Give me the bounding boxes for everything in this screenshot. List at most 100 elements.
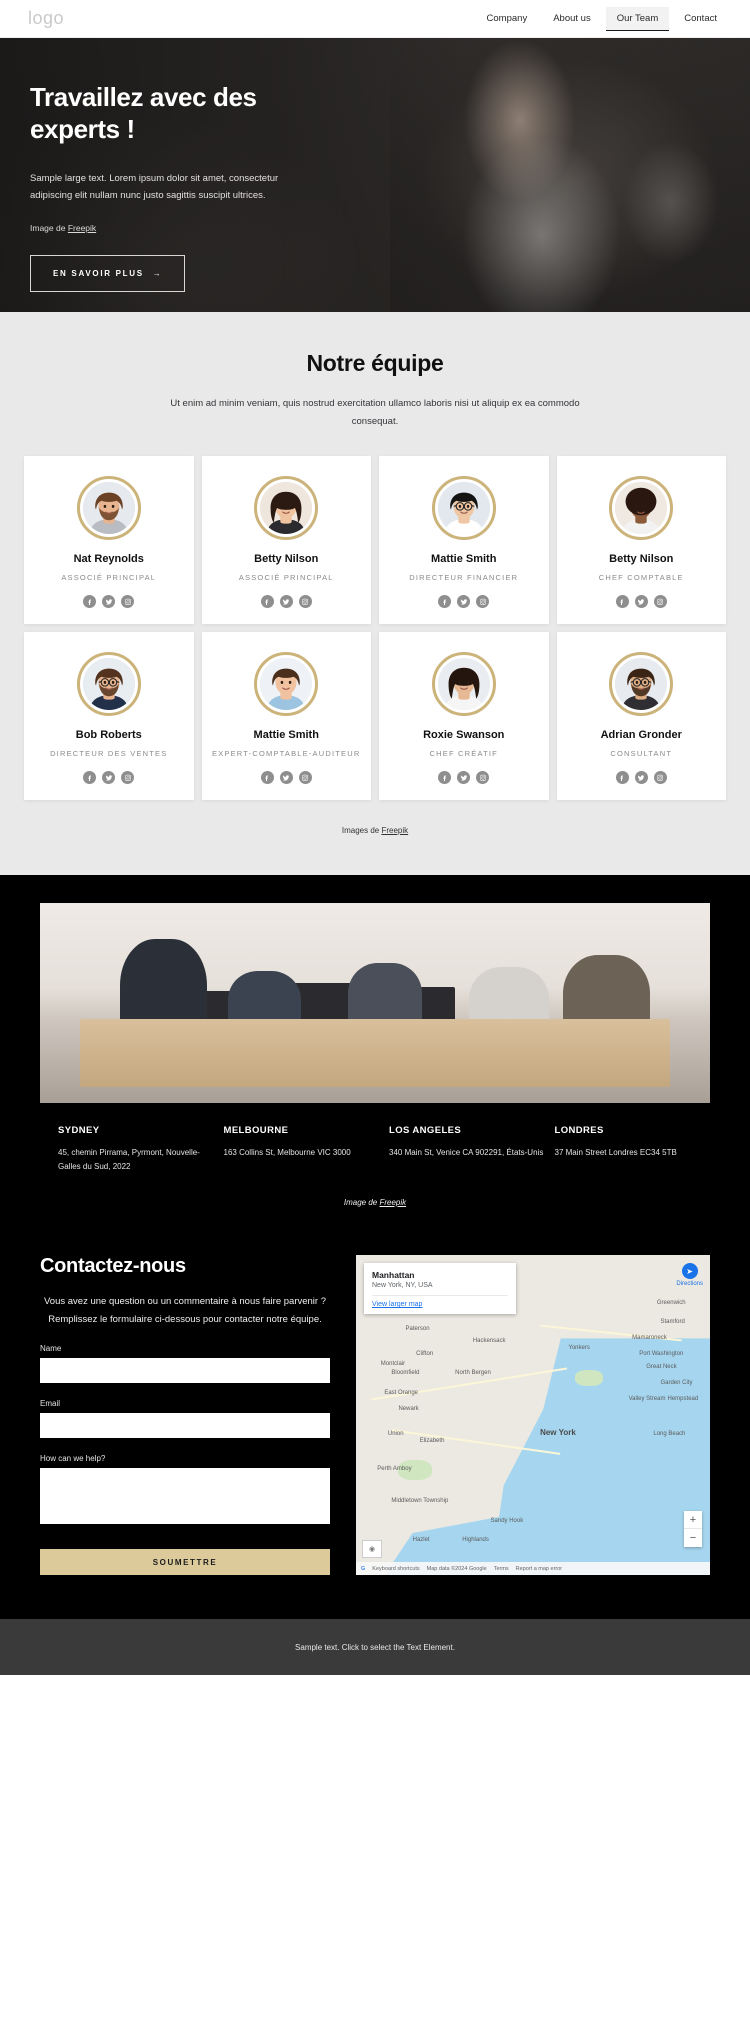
team-member-card[interactable]: Adrian Gronder CONSULTANT <box>556 632 726 801</box>
member-name: Nat Reynolds <box>73 553 144 566</box>
twitter-icon[interactable] <box>279 771 293 785</box>
map-zoom-controls[interactable]: + − <box>684 1511 702 1548</box>
member-social-links <box>260 595 312 609</box>
name-label: Name <box>40 1344 62 1354</box>
team-member-card[interactable]: Mattie Smith DIRECTEUR FINANCIER <box>379 456 549 625</box>
avatar <box>615 482 668 535</box>
twitter-icon[interactable] <box>279 595 293 609</box>
instagram-icon[interactable] <box>298 771 312 785</box>
avatar <box>82 482 135 535</box>
office-address: 163 Collins St, Melbourne VIC 3000 <box>223 1148 351 1158</box>
team-member-card[interactable]: Nat Reynolds ASSOCIÉ PRINCIPAL <box>24 456 194 625</box>
map-report-error-link[interactable]: Report a map error <box>516 1566 562 1572</box>
facebook-icon[interactable] <box>615 771 629 785</box>
map-label: Perth Amboy <box>377 1466 412 1473</box>
map-label: Greenwich <box>656 1299 686 1306</box>
nav-item-company[interactable]: Company <box>476 7 539 30</box>
avatar-ring <box>431 652 496 717</box>
office-location: LOS ANGELES 340 Main St, Venice CA 90229… <box>389 1125 545 1174</box>
hero-cta-button[interactable]: EN SAVOIR PLUS → <box>30 254 186 292</box>
map-label: Long Beach <box>653 1431 686 1438</box>
office-city: LOS ANGELES <box>389 1125 462 1137</box>
site-footer: Sample text. Click to select the Text El… <box>0 1619 750 1676</box>
office-location: SYDNEY 45, chemin Pirrama, Pyrmont, Nouv… <box>58 1125 214 1174</box>
zoom-in-button[interactable]: + <box>684 1511 702 1530</box>
avatar-ring <box>609 652 674 717</box>
office-city: SYDNEY <box>58 1125 100 1137</box>
footer-text[interactable]: Sample text. Click to select the Text El… <box>295 1643 455 1652</box>
map-label: Port Washington <box>639 1351 684 1358</box>
zoom-out-button[interactable]: − <box>684 1529 702 1547</box>
site-logo[interactable]: logo <box>28 8 64 29</box>
twitter-icon[interactable] <box>102 595 116 609</box>
map-label: Montclair <box>380 1360 406 1367</box>
avatar <box>82 658 135 711</box>
office-address: 37 Main Street Londres EC34 5TB <box>554 1148 677 1158</box>
team-member-card[interactable]: Bob Roberts DIRECTEUR DES VENTES <box>24 632 194 801</box>
facebook-icon[interactable] <box>438 595 452 609</box>
nav-item-our-team[interactable]: Our Team <box>605 6 670 31</box>
submit-button[interactable]: SOUMETTRE <box>40 1549 330 1576</box>
team-member-card[interactable]: Betty Nilson ASSOCIÉ PRINCIPAL <box>201 456 371 625</box>
hero-section: Travaillez avec des experts ! Sample lar… <box>0 38 750 312</box>
map-label: New York <box>540 1427 576 1437</box>
facebook-icon[interactable] <box>83 771 97 785</box>
contact-form: Name Email How can we help? <box>40 1344 330 1529</box>
form-field: How can we help? <box>40 1454 330 1529</box>
contact-title: Contactez-nous <box>40 1255 186 1278</box>
instagram-icon[interactable] <box>298 595 312 609</box>
team-member-card[interactable]: Betty Nilson CHEF COMPTABLE <box>556 456 726 625</box>
google-street-view-icon[interactable]: ◉ <box>362 1540 382 1559</box>
facebook-icon[interactable] <box>83 595 97 609</box>
how-can-we-help-input[interactable] <box>40 1468 330 1525</box>
map-widget[interactable]: New York Newark Yonkers Paterson Clifton Hack… <box>356 1255 710 1576</box>
instagram-icon[interactable] <box>121 771 135 785</box>
team-member-card[interactable]: Mattie Smith EXPERT-COMPTABLE-AUDITEUR <box>201 632 371 801</box>
instagram-icon[interactable] <box>476 771 490 785</box>
hero-credit-link[interactable]: Freepik <box>68 223 96 233</box>
facebook-icon[interactable] <box>260 771 274 785</box>
instagram-icon[interactable] <box>653 595 667 609</box>
team-member-card[interactable]: Roxie Swanson CHEF CRÉATIF <box>379 632 549 801</box>
instagram-icon[interactable] <box>653 771 667 785</box>
email-input[interactable] <box>40 1413 330 1439</box>
member-role: CHEF CRÉATIF <box>429 749 498 759</box>
map-label: Union <box>387 1431 404 1438</box>
member-role: ASSOCIÉ PRINCIPAL <box>61 573 157 583</box>
map-terms-link[interactable]: Terms <box>494 1566 509 1572</box>
office-city: LONDRES <box>554 1125 604 1137</box>
directions-label: Directions <box>676 1281 703 1288</box>
facebook-icon[interactable] <box>615 595 629 609</box>
office-image-credit: Image de Freepik <box>40 1198 710 1207</box>
twitter-icon[interactable] <box>457 771 471 785</box>
map-label: Hempstead <box>667 1395 699 1402</box>
member-role: DIRECTEUR DES VENTES <box>50 749 168 759</box>
name-input[interactable] <box>40 1358 330 1384</box>
avatar-ring <box>76 476 141 541</box>
map-keyboard-shortcuts[interactable]: Keyboard shortcuts <box>372 1566 419 1572</box>
instagram-icon[interactable] <box>121 595 135 609</box>
office-locations-grid: SYDNEY 45, chemin Pirrama, Pyrmont, Nouv… <box>40 1125 710 1174</box>
view-larger-map-link[interactable]: View larger map <box>372 1295 508 1308</box>
office-credit-link[interactable]: Freepik <box>379 1198 406 1207</box>
map-directions-button[interactable]: ➤ Directions <box>676 1263 703 1287</box>
map-place-title: Manhattan <box>372 1270 415 1281</box>
instagram-icon[interactable] <box>476 595 490 609</box>
twitter-icon[interactable] <box>102 771 116 785</box>
facebook-icon[interactable] <box>438 771 452 785</box>
map-label: East Orange <box>384 1389 418 1396</box>
twitter-icon[interactable] <box>634 595 648 609</box>
facebook-icon[interactable] <box>260 595 274 609</box>
avatar <box>615 658 668 711</box>
member-name: Mattie Smith <box>431 553 497 566</box>
nav-item-contact[interactable]: Contact <box>673 7 728 30</box>
member-name: Bob Roberts <box>75 729 142 742</box>
twitter-icon[interactable] <box>634 771 648 785</box>
member-social-links <box>438 771 490 785</box>
nav-item-about-us[interactable]: About us <box>542 7 602 30</box>
email-label: Email <box>40 1399 61 1409</box>
team-credit-link[interactable]: Freepik <box>381 826 408 835</box>
office-photo <box>40 903 710 1104</box>
twitter-icon[interactable] <box>457 595 471 609</box>
offices-section: SYDNEY 45, chemin Pirrama, Pyrmont, Nouv… <box>0 875 750 1234</box>
